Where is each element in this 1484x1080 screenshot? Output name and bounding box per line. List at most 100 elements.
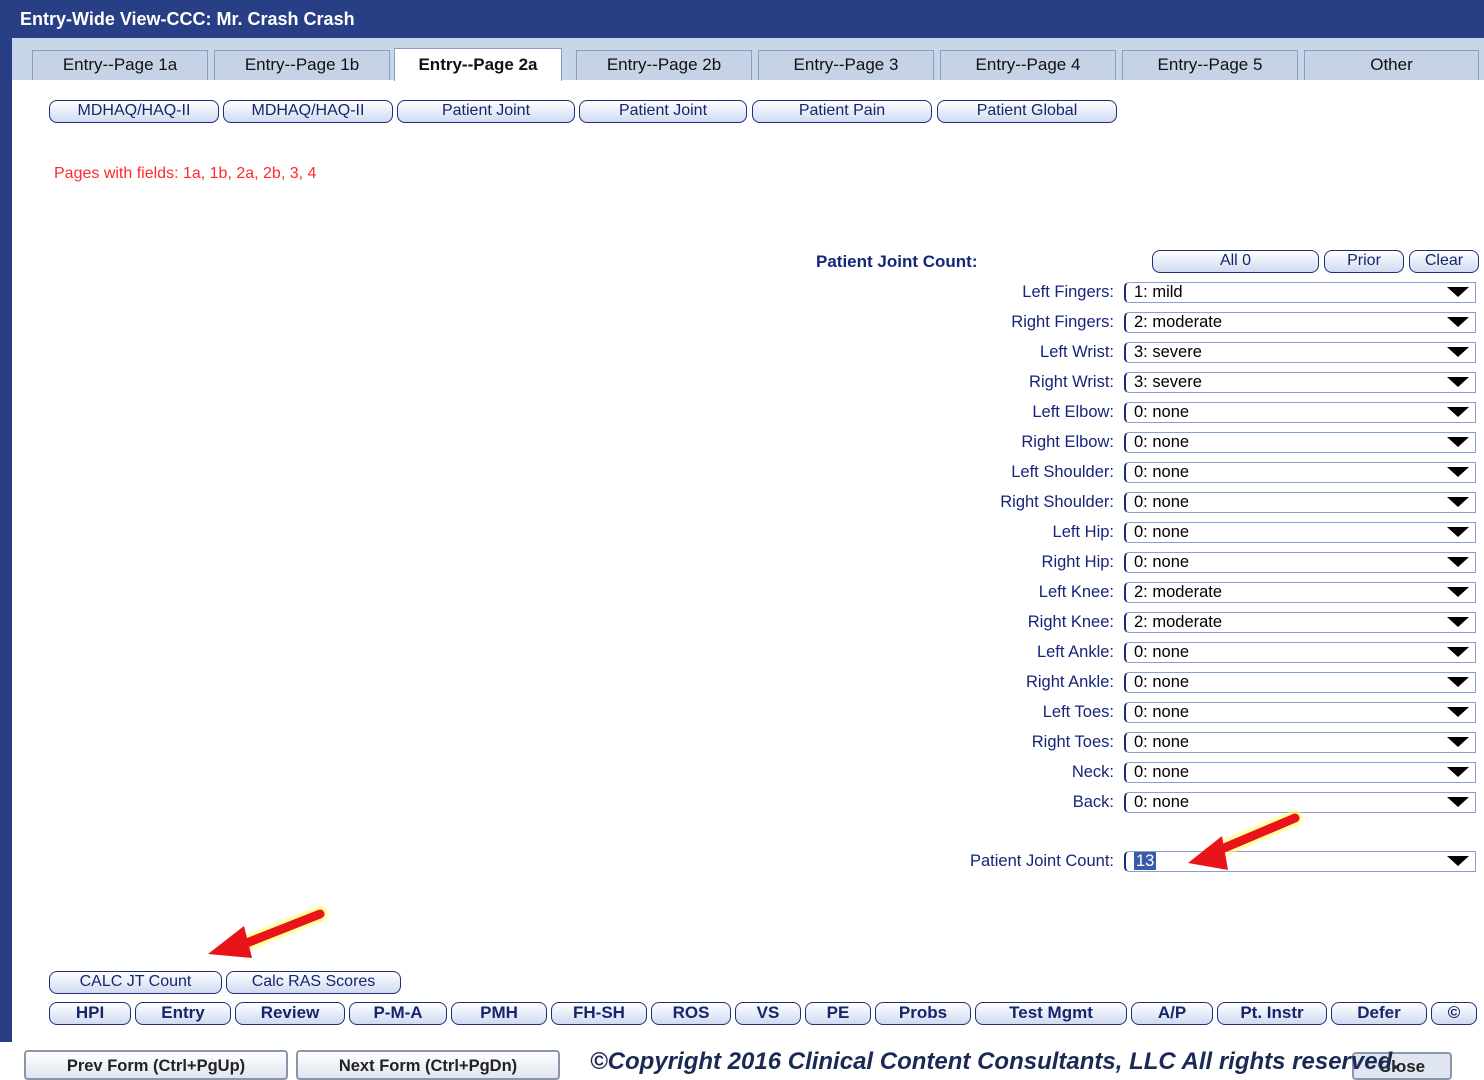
chevron-down-icon[interactable] — [1447, 647, 1469, 657]
chevron-down-icon[interactable] — [1447, 377, 1469, 387]
copyright-text: ©Copyright 2016 Clinical Content Consult… — [590, 1048, 1399, 1075]
chevron-down-icon[interactable] — [1447, 767, 1469, 777]
patient-joint-count-header: Patient Joint Count: — [816, 252, 978, 271]
joint-select-right-wrist[interactable]: 3: severe — [1124, 372, 1476, 393]
joint-value-left-hip: 0: none — [1134, 523, 1190, 541]
nav-pt-instr-button[interactable]: Pt. Instr — [1217, 1002, 1327, 1025]
tab-page-1a[interactable]: Entry--Page 1a — [32, 50, 208, 80]
window-title: Entry-Wide View-CCC: Mr. Crash Crash — [20, 9, 355, 29]
joint-select-left-wrist[interactable]: 3: severe — [1124, 342, 1476, 363]
tab-page-2a[interactable]: Entry--Page 2a — [394, 48, 562, 81]
patient-joint-button-2[interactable]: Patient Joint — [579, 100, 747, 123]
patient-global-button[interactable]: Patient Global — [937, 100, 1117, 123]
tab-page-1b[interactable]: Entry--Page 1b — [214, 50, 390, 80]
joint-label-right-fingers: Right Fingers: — [1011, 313, 1114, 331]
patient-joint-button-1[interactable]: Patient Joint — [397, 100, 575, 123]
joint-select-left-elbow[interactable]: 0: none — [1124, 402, 1476, 423]
pages-with-fields-note: Pages with fields: 1a, 1b, 2a, 2b, 3, 4 — [54, 165, 317, 182]
chevron-down-icon[interactable] — [1447, 797, 1469, 807]
patient-pain-button[interactable]: Patient Pain — [752, 100, 932, 123]
all-zero-button[interactable]: All 0 — [1152, 250, 1319, 273]
nav-copyright-button[interactable]: © — [1431, 1002, 1477, 1025]
tab-page-4[interactable]: Entry--Page 4 — [940, 50, 1116, 80]
nav-fhsh-button[interactable]: FH-SH — [551, 1002, 647, 1025]
joint-value-left-toes: 0: none — [1134, 703, 1190, 721]
chevron-down-icon[interactable] — [1447, 856, 1469, 866]
joint-select-left-shoulder[interactable]: 0: none — [1124, 462, 1476, 483]
mdhaq-button-2[interactable]: MDHAQ/HAQ-II — [223, 100, 393, 123]
chevron-down-icon[interactable] — [1447, 317, 1469, 327]
joint-label-left-toes: Left Toes: — [1042, 703, 1114, 721]
joint-value-left-knee: 2: moderate — [1134, 583, 1223, 601]
chevron-down-icon[interactable] — [1447, 347, 1469, 357]
joint-select-neck[interactable]: 0: none — [1124, 762, 1476, 783]
red-arrow-icon — [1188, 810, 1303, 870]
joint-select-right-elbow[interactable]: 0: none — [1124, 432, 1476, 453]
nav-hpi-button[interactable]: HPI — [49, 1002, 131, 1025]
joint-label-right-toes: Right Toes: — [1031, 733, 1114, 751]
nav-defer-button[interactable]: Defer — [1331, 1002, 1427, 1025]
chevron-down-icon[interactable] — [1447, 617, 1469, 627]
chevron-down-icon[interactable] — [1447, 497, 1469, 507]
joint-select-left-hip[interactable]: 0: none — [1124, 522, 1476, 543]
joint-select-left-fingers[interactable]: 1: mild — [1124, 282, 1476, 303]
tab-other[interactable]: Other — [1304, 50, 1479, 80]
left-bracket-decoration — [0, 700, 8, 1049]
joint-label-right-hip: Right Hip: — [1041, 553, 1114, 571]
nav-review-button[interactable]: Review — [235, 1002, 345, 1025]
joint-select-right-knee[interactable]: 2: moderate — [1124, 612, 1476, 633]
joint-label-left-ankle: Left Ankle: — [1036, 643, 1114, 661]
joint-label-right-ankle: Right Ankle: — [1025, 673, 1114, 691]
next-form-button[interactable]: Next Form (Ctrl+PgDn) — [296, 1050, 560, 1080]
nav-vs-button[interactable]: VS — [735, 1002, 801, 1025]
mdhaq-button-1[interactable]: MDHAQ/HAQ-II — [49, 100, 219, 123]
patient-joint-count-label: Patient Joint Count: — [969, 852, 1114, 870]
prev-form-button[interactable]: Prev Form (Ctrl+PgUp) — [24, 1050, 288, 1080]
joint-label-left-shoulder: Left Shoulder: — [1011, 463, 1114, 481]
joint-label-right-elbow: Right Elbow: — [1021, 433, 1114, 451]
chevron-down-icon[interactable] — [1447, 557, 1469, 567]
calc-ras-scores-button[interactable]: Calc RAS Scores — [226, 971, 401, 994]
nav-ros-button[interactable]: ROS — [651, 1002, 731, 1025]
joint-select-right-shoulder[interactable]: 0: none — [1124, 492, 1476, 513]
joint-select-right-hip[interactable]: 0: none — [1124, 552, 1476, 573]
joint-label-neck: Neck: — [1071, 763, 1114, 781]
joint-label-right-knee: Right Knee: — [1027, 613, 1114, 631]
joint-label-left-fingers: Left Fingers: — [1022, 283, 1114, 301]
joint-value-right-elbow: 0: none — [1134, 433, 1190, 451]
red-arrow-icon — [208, 906, 328, 958]
joint-select-left-knee[interactable]: 2: moderate — [1124, 582, 1476, 603]
clear-button[interactable]: Clear — [1409, 250, 1479, 273]
joint-select-right-toes[interactable]: 0: none — [1124, 732, 1476, 753]
joint-label-left-wrist: Left Wrist: — [1040, 343, 1114, 361]
chevron-down-icon[interactable] — [1447, 737, 1469, 747]
nav-test-mgmt-button[interactable]: Test Mgmt — [975, 1002, 1127, 1025]
nav-pma-button[interactable]: P-M-A — [349, 1002, 447, 1025]
joint-select-left-ankle[interactable]: 0: none — [1124, 642, 1476, 663]
chevron-down-icon[interactable] — [1447, 467, 1469, 477]
nav-pmh-button[interactable]: PMH — [451, 1002, 547, 1025]
form-content: Entry--Page 1a Entry--Page 1b Entry--Pag… — [12, 38, 1484, 1042]
joint-label-right-shoulder: Right Shoulder: — [1000, 493, 1114, 511]
prior-button[interactable]: Prior — [1324, 250, 1404, 273]
nav-ap-button[interactable]: A/P — [1131, 1002, 1213, 1025]
calc-jt-count-button[interactable]: CALC JT Count — [49, 971, 222, 994]
tab-page-5[interactable]: Entry--Page 5 — [1122, 50, 1298, 80]
nav-entry-button[interactable]: Entry — [135, 1002, 231, 1025]
chevron-down-icon[interactable] — [1447, 407, 1469, 417]
joint-select-left-toes[interactable]: 0: none — [1124, 702, 1476, 723]
tab-page-2b[interactable]: Entry--Page 2b — [576, 50, 752, 80]
chevron-down-icon[interactable] — [1447, 437, 1469, 447]
nav-probs-button[interactable]: Probs — [875, 1002, 971, 1025]
joint-label-left-elbow: Left Elbow: — [1032, 403, 1114, 421]
chevron-down-icon[interactable] — [1447, 527, 1469, 537]
nav-pe-button[interactable]: PE — [805, 1002, 871, 1025]
tab-page-3[interactable]: Entry--Page 3 — [758, 50, 934, 80]
joint-select-right-fingers[interactable]: 2: moderate — [1124, 312, 1476, 333]
joint-value-right-toes: 0: none — [1134, 733, 1190, 751]
chevron-down-icon[interactable] — [1447, 707, 1469, 717]
chevron-down-icon[interactable] — [1447, 587, 1469, 597]
chevron-down-icon[interactable] — [1447, 287, 1469, 297]
chevron-down-icon[interactable] — [1447, 677, 1469, 687]
joint-select-right-ankle[interactable]: 0: none — [1124, 672, 1476, 693]
